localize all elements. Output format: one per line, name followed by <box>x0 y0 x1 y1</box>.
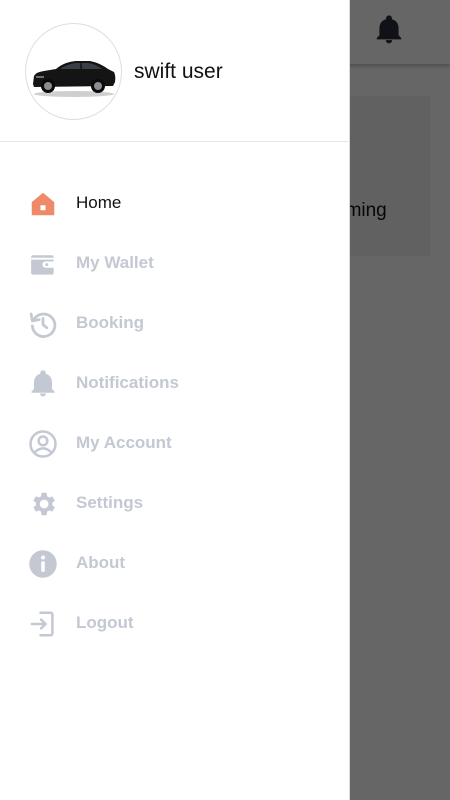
menu-label: About <box>76 553 126 572</box>
menu-label: Home <box>76 193 122 212</box>
gear-icon <box>33 492 55 516</box>
menu-label: Booking <box>76 313 144 332</box>
car-image <box>33 61 116 97</box>
menu-item-wallet[interactable]: My Wallet <box>0 233 350 293</box>
account-icon <box>29 430 57 458</box>
home-icon <box>31 192 55 216</box>
logout-icon <box>30 611 54 637</box>
menu-item-settings[interactable]: Settings <box>0 473 350 533</box>
menu-label: My Account <box>76 433 172 452</box>
menu-item-booking[interactable]: Booking <box>0 293 350 353</box>
history-icon <box>29 312 57 338</box>
info-icon <box>29 550 57 578</box>
menu-item-about[interactable]: About <box>0 533 350 593</box>
wallet-icon <box>31 255 55 275</box>
profile-header: swift user <box>0 0 350 142</box>
menu-item-logout[interactable]: Logout <box>0 593 350 653</box>
menu-item-home[interactable]: Home <box>0 173 350 233</box>
navigation-drawer: swift user Home My Wallet Booking Notifi… <box>0 0 350 800</box>
menu-label: My Wallet <box>76 253 154 272</box>
username: swift user <box>134 60 223 83</box>
menu-label: Notifications <box>76 373 179 392</box>
menu-item-account[interactable]: My Account <box>0 413 350 473</box>
drawer-menu: Home My Wallet Booking Notifications My … <box>0 173 350 653</box>
menu-item-notifications[interactable]: Notifications <box>0 353 350 413</box>
menu-label: Settings <box>76 493 144 512</box>
menu-label: Logout <box>76 613 134 632</box>
bell-icon <box>31 370 55 397</box>
avatar[interactable] <box>25 23 122 120</box>
